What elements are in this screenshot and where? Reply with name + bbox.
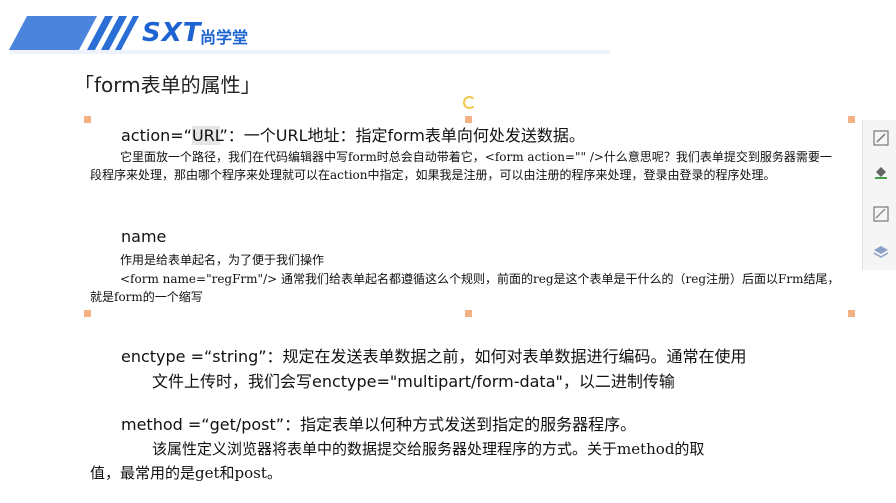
name-line2: <form name="regFrm"/> 通常我们给表单起名都遵循这么个规则，… bbox=[90, 272, 840, 304]
selection-handle[interactable] bbox=[84, 310, 91, 317]
name-line1: 作用是给表单起名，为了便于我们操作 bbox=[120, 253, 325, 267]
edit-icon[interactable] bbox=[873, 130, 889, 146]
logo-cn: 尚学堂 bbox=[200, 28, 249, 47]
selection-handle[interactable] bbox=[465, 310, 472, 317]
image-icon[interactable] bbox=[873, 206, 889, 222]
logo: SXT bbox=[142, 18, 202, 48]
header-logo-band: SXT 尚学堂 bbox=[0, 0, 896, 60]
method-line1: method =“get/post”：指定表单以何种方式发送到指定的服务器程序。 bbox=[121, 415, 637, 434]
selection-handle[interactable] bbox=[84, 116, 91, 123]
action-prefix: action=“ bbox=[121, 126, 192, 145]
action-heading: action=“URL”：一个URL地址：指定form表单向何处发送数据。 bbox=[121, 122, 585, 146]
layers-icon[interactable] bbox=[873, 244, 889, 260]
action-url: URL bbox=[191, 126, 220, 145]
enctype-line1: enctype =“string”：规定在发送表单数据之前，如何对表单数据进行编… bbox=[121, 347, 747, 366]
selection-handle[interactable] bbox=[848, 310, 855, 317]
action-suffix: ”：一个URL地址：指定form表单向何处发送数据。 bbox=[219, 126, 585, 145]
header-underline bbox=[10, 50, 610, 54]
logo-stripe bbox=[8, 16, 98, 50]
rotate-handle-icon[interactable] bbox=[463, 96, 476, 109]
selection-handle[interactable] bbox=[848, 116, 855, 123]
right-toolbar bbox=[862, 120, 896, 270]
enctype-line2: 文件上传时，我们会写enctype="multipart/form-data"，… bbox=[152, 372, 675, 391]
method-line3: 值，最常用的是get和post。 bbox=[90, 464, 282, 482]
method-line2: 该属性定义浏览器将表单中的数据提交给服务器处理程序的方式。关于method的取 bbox=[152, 440, 705, 458]
slide-title: 「form表单的属性」 bbox=[74, 73, 261, 97]
fill-icon[interactable] bbox=[873, 164, 889, 180]
action-description: 它里面放一个路径，我们在代码编辑器中写form时总会自动带着它，<form ac… bbox=[90, 150, 832, 182]
name-heading: name bbox=[121, 227, 167, 246]
